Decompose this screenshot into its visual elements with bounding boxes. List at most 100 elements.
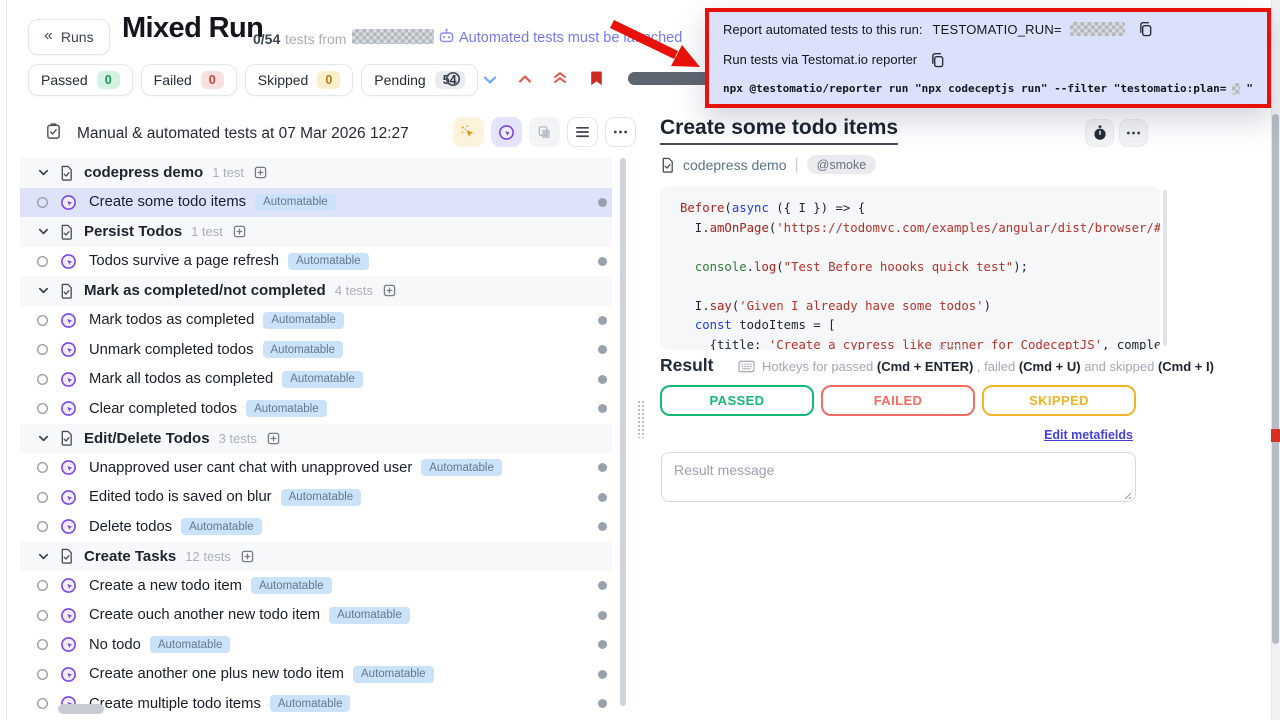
code-scrollbar[interactable]: [1163, 190, 1167, 346]
suite-title: Edit/Delete Todos: [84, 430, 210, 447]
copy-run-id-button[interactable]: [1138, 21, 1153, 37]
automated-tests-link[interactable]: Automated tests must be launched: [459, 30, 682, 46]
test-radio-icon[interactable]: [36, 697, 49, 710]
test-status-dot: [598, 345, 607, 354]
chevron-down-icon[interactable]: [36, 284, 50, 297]
stopwatch-button[interactable]: [1085, 119, 1114, 147]
test-status-dot: [598, 699, 607, 708]
add-test-icon[interactable]: [254, 166, 267, 179]
chevron-down-icon[interactable]: [36, 166, 50, 179]
test-title: No todo: [89, 637, 141, 653]
filter-chip-passed[interactable]: Passed0: [28, 64, 133, 96]
test-radio-icon[interactable]: [36, 579, 49, 592]
suite-row[interactable]: Mark as completed/not completed4 tests: [20, 276, 612, 306]
automated-filter-button[interactable]: [491, 117, 522, 147]
suite-row[interactable]: Edit/Delete Todos3 tests: [20, 424, 612, 454]
filter-label: Skipped: [258, 72, 309, 88]
test-row[interactable]: Create multiple todo itemsAutomatable: [20, 689, 612, 719]
test-row[interactable]: Unmark completed todosAutomatable: [20, 335, 612, 365]
horizontal-scrollbar[interactable]: [58, 704, 104, 714]
test-status-dot: [598, 257, 607, 266]
suite-row[interactable]: Create Tasks12 tests: [20, 542, 612, 572]
filter-chip-failed[interactable]: Failed0: [141, 64, 237, 96]
code-token: amOnPage: [710, 221, 769, 235]
code-line: Before(async ({ I }) => {: [680, 199, 1160, 219]
panel-divider-handle[interactable]: [637, 400, 645, 438]
copy-tests-button[interactable]: [529, 117, 560, 147]
add-test-icon[interactable]: [267, 432, 280, 445]
page-scrollbar-thumb[interactable]: [1272, 114, 1279, 644]
test-radio-icon[interactable]: [36, 520, 49, 533]
test-row[interactable]: Create some todo itemsAutomatable: [20, 188, 612, 218]
test-radio-icon[interactable]: [36, 343, 49, 356]
code-line: [680, 238, 1160, 258]
test-row[interactable]: No todoAutomatable: [20, 630, 612, 660]
run-list-title: Manual & automated tests at 07 Mar 2026 …: [77, 125, 409, 143]
test-row[interactable]: Clear completed todosAutomatable: [20, 394, 612, 424]
test-radio-icon[interactable]: [36, 196, 49, 209]
list-menu-button[interactable]: [567, 117, 598, 147]
failed-button[interactable]: FAILED: [821, 385, 975, 416]
test-radio-icon[interactable]: [36, 255, 49, 268]
automatable-badge: Automatable: [246, 400, 327, 417]
edit-metafields-link[interactable]: Edit metafields: [1044, 428, 1133, 442]
automated-test-icon: [60, 666, 77, 683]
result-message-input[interactable]: [661, 452, 1136, 502]
test-row[interactable]: Delete todosAutomatable: [20, 512, 612, 542]
code-token: (: [776, 260, 783, 274]
collapse-all-icon[interactable]: [553, 71, 567, 85]
test-radio-icon[interactable]: [36, 373, 49, 386]
back-to-runs-button[interactable]: « Runs: [28, 19, 110, 55]
test-radio-icon[interactable]: [36, 609, 49, 622]
status-circle-icon[interactable]: [445, 71, 461, 87]
test-row[interactable]: Mark todos as completedAutomatable: [20, 306, 612, 336]
test-radio-icon[interactable]: [36, 668, 49, 681]
hotkey-text: , failed: [973, 359, 1019, 374]
test-detail-title[interactable]: Create some todo items: [660, 116, 898, 145]
code-token: [680, 260, 695, 274]
test-radio-icon[interactable]: [36, 491, 49, 504]
chevron-down-icon[interactable]: [36, 225, 50, 238]
detail-more-button[interactable]: [1119, 119, 1148, 147]
page-title: Mixed Run: [122, 12, 263, 45]
env-var-label: TESTOMATIO_RUN=: [932, 22, 1061, 37]
automatable-badge: Automatable: [263, 341, 344, 358]
automated-test-icon: [60, 607, 77, 624]
test-title: Mark all todos as completed: [89, 371, 273, 387]
test-row[interactable]: Todos survive a page refreshAutomatable: [20, 247, 612, 277]
suite-row[interactable]: codepress demo1 test: [20, 158, 612, 188]
automatable-badge: Automatable: [281, 489, 362, 506]
test-row[interactable]: Create ouch another new todo itemAutomat…: [20, 601, 612, 631]
test-row[interactable]: Create a new todo itemAutomatable: [20, 571, 612, 601]
list-more-button[interactable]: [605, 117, 636, 147]
bookmark-icon[interactable]: [590, 70, 603, 87]
code-resize-handle[interactable]: [938, 344, 964, 351]
automatable-badge: Automatable: [251, 577, 332, 594]
add-test-icon[interactable]: [233, 225, 246, 238]
test-radio-icon[interactable]: [36, 402, 49, 415]
skipped-button[interactable]: SKIPPED: [982, 385, 1136, 416]
passed-button[interactable]: PASSED: [660, 385, 814, 416]
test-row[interactable]: Mark all todos as completedAutomatable: [20, 365, 612, 395]
chevron-down-icon[interactable]: [483, 75, 497, 85]
status-button-label: PASSED: [710, 393, 765, 408]
filter-label: Failed: [154, 72, 192, 88]
chevron-down-icon[interactable]: [36, 550, 50, 563]
test-radio-icon[interactable]: [36, 314, 49, 327]
test-row[interactable]: Unapproved user cant chat with unapprove…: [20, 453, 612, 483]
test-radio-icon[interactable]: [36, 638, 49, 651]
add-test-icon[interactable]: [383, 284, 396, 297]
filter-chip-skipped[interactable]: Skipped0: [245, 64, 354, 96]
copy-command-button[interactable]: [930, 52, 945, 68]
test-row[interactable]: Edited todo is saved on blurAutomatable: [20, 483, 612, 513]
result-buttons-row: PASSED FAILEDSKIPPED: [660, 385, 1136, 416]
magic-run-button[interactable]: [453, 117, 484, 147]
chevron-down-icon[interactable]: [36, 432, 50, 445]
suite-link[interactable]: codepress demo: [683, 157, 787, 173]
test-row[interactable]: Create another one plus new todo itemAut…: [20, 660, 612, 690]
list-scrollbar[interactable]: [620, 158, 626, 706]
chevron-up-icon[interactable]: [518, 74, 532, 84]
suite-row[interactable]: Persist Todos1 test: [20, 217, 612, 247]
add-test-icon[interactable]: [241, 550, 254, 563]
test-radio-icon[interactable]: [36, 461, 49, 474]
